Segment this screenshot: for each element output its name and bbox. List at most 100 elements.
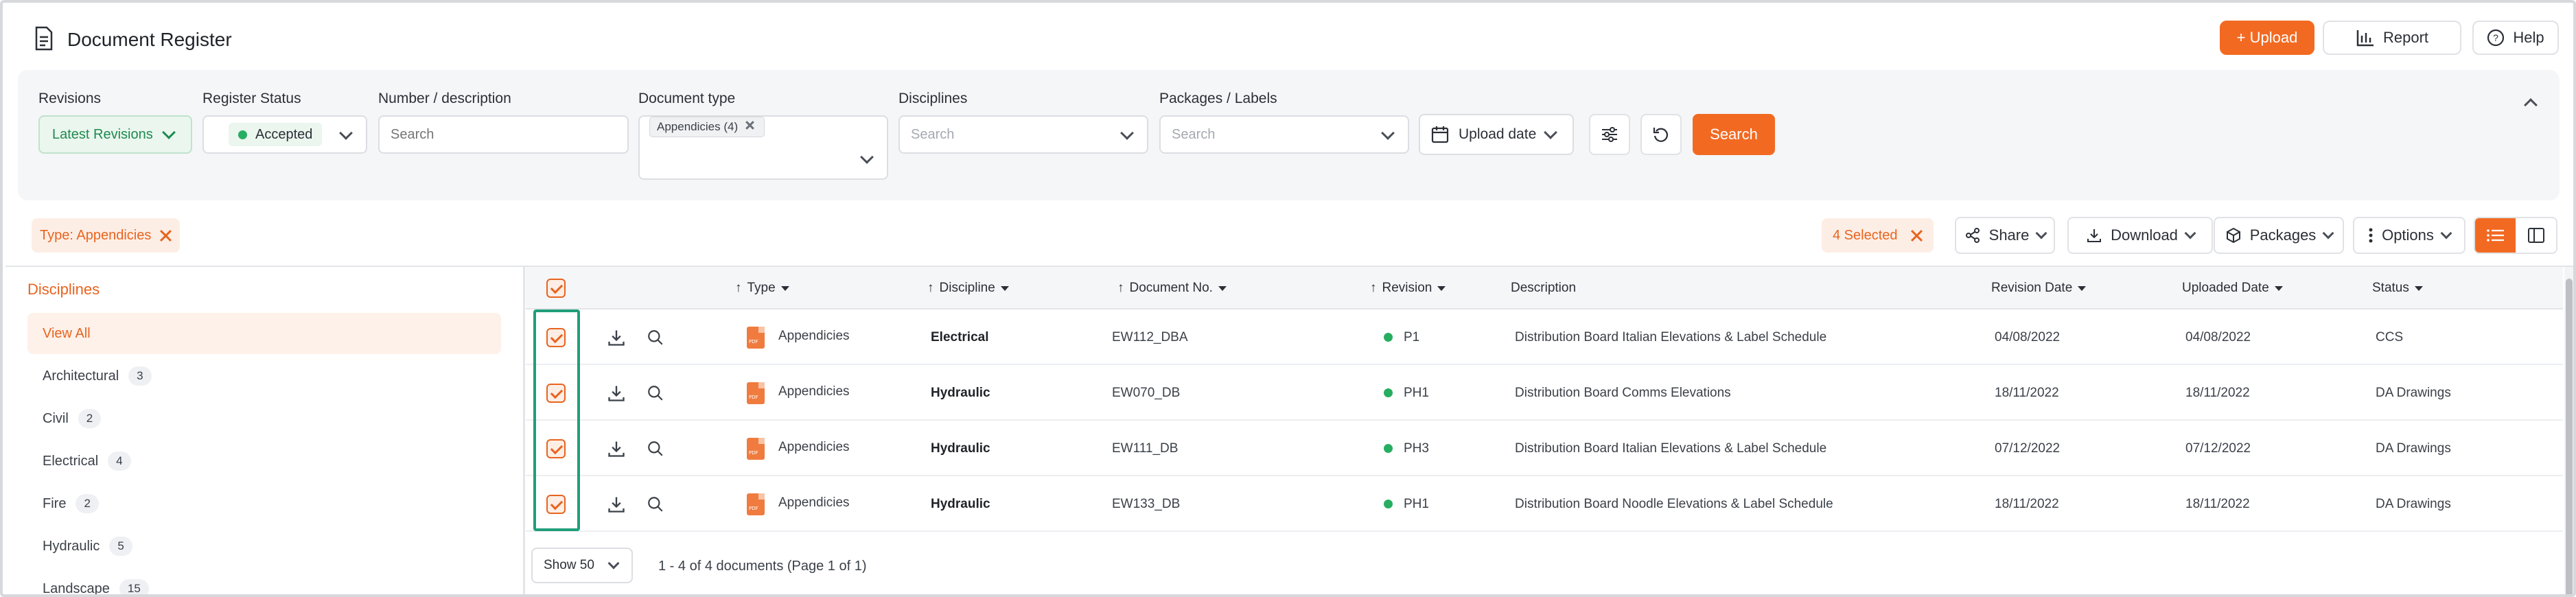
cell-uploaded-date: 18/11/2022 (2185, 496, 2250, 511)
remove-tag-icon[interactable] (745, 121, 757, 133)
select-all-checkbox[interactable] (546, 267, 566, 309)
advanced-filters-button[interactable] (1589, 114, 1630, 155)
table-row[interactable]: Appendicies Electrical EW112_DBA P1 Distribu… (526, 309, 2563, 365)
sidebar-item-count: 15 (119, 579, 149, 594)
help-icon: ? (2487, 29, 2505, 47)
revisions-select[interactable]: Latest Revisions (38, 115, 192, 154)
cell-discipline: Hydraulic (931, 496, 990, 511)
cell-discipline: Electrical (931, 329, 989, 344)
page-title: Document Register (67, 29, 232, 50)
column-uploaded-date[interactable]: Uploaded Date (2182, 267, 2283, 309)
packages-select[interactable]: Search (1159, 115, 1409, 154)
download-icon[interactable] (607, 476, 626, 532)
sidebar-item-landscape[interactable]: Landscape 15 (43, 579, 149, 594)
scrollbar-thumb[interactable] (2566, 279, 2573, 594)
page-header: Document Register + Upload Report ? Help (3, 3, 2573, 71)
register-status-label: Register Status (202, 91, 301, 106)
cell-type: Appendicies (747, 365, 850, 421)
column-discipline[interactable]: ↑ Discipline (927, 267, 1009, 309)
cell-document-no[interactable]: EW070_DB (1112, 365, 1180, 421)
cell-status: DA Drawings (2376, 496, 2451, 511)
report-label: Report (2382, 29, 2429, 46)
column-revision[interactable]: ↑ Revision (1370, 267, 1446, 309)
report-button[interactable]: Report (2323, 21, 2461, 55)
preview-search-icon[interactable] (647, 421, 664, 476)
sidebar-item-hydraulic[interactable]: Hydraulic 5 (43, 537, 132, 556)
download-icon (2087, 229, 2102, 242)
cell-uploaded-date: 18/11/2022 (2185, 385, 2250, 400)
column-document-no[interactable]: ↑ Document No. (1117, 267, 1227, 309)
column-revision-date[interactable]: Revision Date (1991, 267, 2087, 309)
app-window: Document Register + Upload Report ? Help… (0, 0, 2576, 597)
sidebar-item-count: 4 (108, 452, 131, 471)
table-row[interactable]: Appendicies Hydraulic EW133_DB PH1 Distribut… (526, 476, 2563, 532)
sort-up-icon: ↑ (1370, 281, 1377, 295)
pdf-file-icon (747, 382, 765, 404)
preview-search-icon[interactable] (647, 365, 664, 421)
download-button[interactable]: Download (2067, 217, 2213, 254)
register-status-select[interactable]: Accepted (202, 115, 367, 154)
package-icon (2226, 227, 2240, 244)
chevron-down-icon (2322, 227, 2334, 239)
status-dot-icon (1384, 388, 1393, 397)
packages-placeholder: Search (1172, 126, 1216, 142)
dropdown-caret-icon (2078, 285, 2087, 291)
page-size-select[interactable]: Show 50 (531, 548, 633, 583)
remove-filter-icon[interactable] (159, 229, 172, 242)
split-panel-icon (2527, 228, 2544, 243)
report-icon (2356, 30, 2374, 47)
view-toggle (2474, 217, 2557, 254)
preview-search-icon[interactable] (647, 309, 664, 365)
packages-button[interactable]: Packages (2214, 217, 2344, 254)
split-view-button[interactable] (2516, 218, 2556, 253)
calendar-icon (1431, 126, 1449, 143)
download-icon[interactable] (607, 309, 626, 365)
sidebar-item-view-all[interactable]: View All (27, 313, 501, 354)
table-header: ↑ Type ↑ Discipline ↑ Document No. ↑ Revisio… (526, 267, 2563, 309)
selected-count-chip: 4 Selected (1822, 218, 1934, 253)
column-status[interactable]: Status (2372, 267, 2423, 309)
help-button[interactable]: ? Help (2472, 21, 2559, 55)
column-type[interactable]: ↑ Type (735, 267, 789, 309)
chevron-down-icon (1381, 126, 1395, 140)
cell-document-no[interactable]: EW112_DBA (1112, 309, 1188, 365)
active-filter-text: Type: Appendicies (40, 227, 152, 243)
share-button[interactable]: Share (1955, 217, 2055, 254)
upload-button[interactable]: + Upload (2220, 21, 2314, 55)
reset-button[interactable] (1640, 114, 1682, 155)
document-type-tag-label: Appendicies (4) (657, 120, 739, 133)
cell-status: DA Drawings (2376, 385, 2451, 400)
cell-uploaded-date: 07/12/2022 (2185, 441, 2251, 456)
table-row[interactable]: Appendicies Hydraulic EW070_DB PH1 Distribut… (526, 365, 2563, 421)
download-icon[interactable] (607, 365, 626, 421)
clear-selection-icon[interactable] (1910, 229, 1923, 242)
sort-up-icon: ↑ (1117, 281, 1124, 295)
sidebar-item-fire[interactable]: Fire 2 (43, 494, 99, 513)
sort-up-icon: ↑ (927, 281, 934, 295)
dropdown-caret-icon (2414, 285, 2423, 291)
sort-up-icon: ↑ (735, 281, 742, 295)
list-view-button[interactable] (2475, 218, 2516, 253)
number-search-input[interactable] (378, 115, 629, 154)
preview-search-icon[interactable] (647, 476, 664, 532)
sidebar-item-count: 2 (76, 494, 99, 513)
cell-type: Appendicies (747, 476, 850, 532)
sidebar-item-civil[interactable]: Civil 2 (43, 409, 102, 428)
pdf-file-icon (747, 493, 765, 515)
sidebar-item-label: Fire (43, 495, 67, 511)
download-icon[interactable] (607, 421, 626, 476)
options-button[interactable]: Options (2353, 217, 2465, 254)
cell-discipline: Hydraulic (931, 385, 990, 400)
help-label: Help (2513, 29, 2544, 46)
cell-document-no[interactable]: EW111_DB (1112, 421, 1178, 476)
sidebar-item-electrical[interactable]: Electrical 4 (43, 452, 131, 471)
upload-date-select[interactable]: Upload date (1419, 114, 1574, 155)
table-row[interactable]: Appendicies Hydraulic EW111_DB PH3 Distribut… (526, 421, 2563, 476)
document-type-select[interactable]: Appendicies (4) (638, 115, 888, 180)
sidebar-item-architectural[interactable]: Architectural 3 (43, 366, 152, 386)
cell-description: Distribution Board Italian Elevations & … (1515, 441, 1827, 456)
search-button[interactable]: Search (1693, 114, 1775, 155)
list-icon (2486, 229, 2504, 242)
cell-document-no[interactable]: EW133_DB (1112, 476, 1180, 532)
disciplines-select[interactable]: Search (898, 115, 1148, 154)
